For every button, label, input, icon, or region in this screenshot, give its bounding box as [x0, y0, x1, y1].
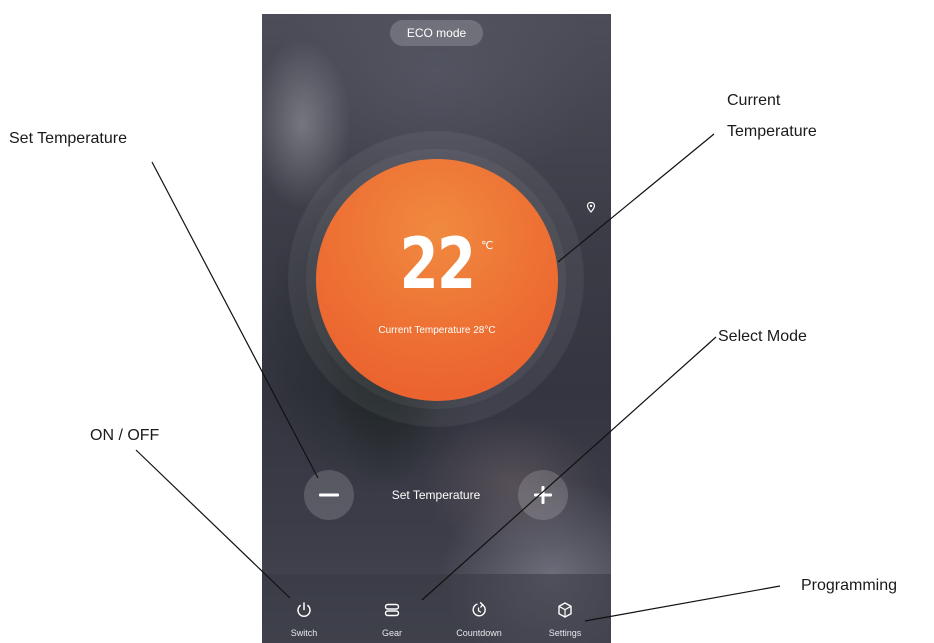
annotation-current-line2: Temperature	[727, 123, 817, 140]
leader-line-set-temperature	[151, 161, 319, 479]
leader-line-programming	[584, 585, 781, 622]
annotation-programming: Programming	[801, 577, 898, 594]
leader-line-current-temperature	[557, 133, 715, 263]
leader-line-on-off	[135, 449, 291, 599]
annotation-on-off: ON / OFF	[90, 427, 160, 444]
annotation-select-mode: Select Mode	[718, 328, 807, 345]
leader-line-select-mode	[421, 336, 717, 601]
annotation-current-line1: Current	[727, 92, 781, 109]
annotation-set-temperature: Set Temperature	[9, 130, 127, 147]
